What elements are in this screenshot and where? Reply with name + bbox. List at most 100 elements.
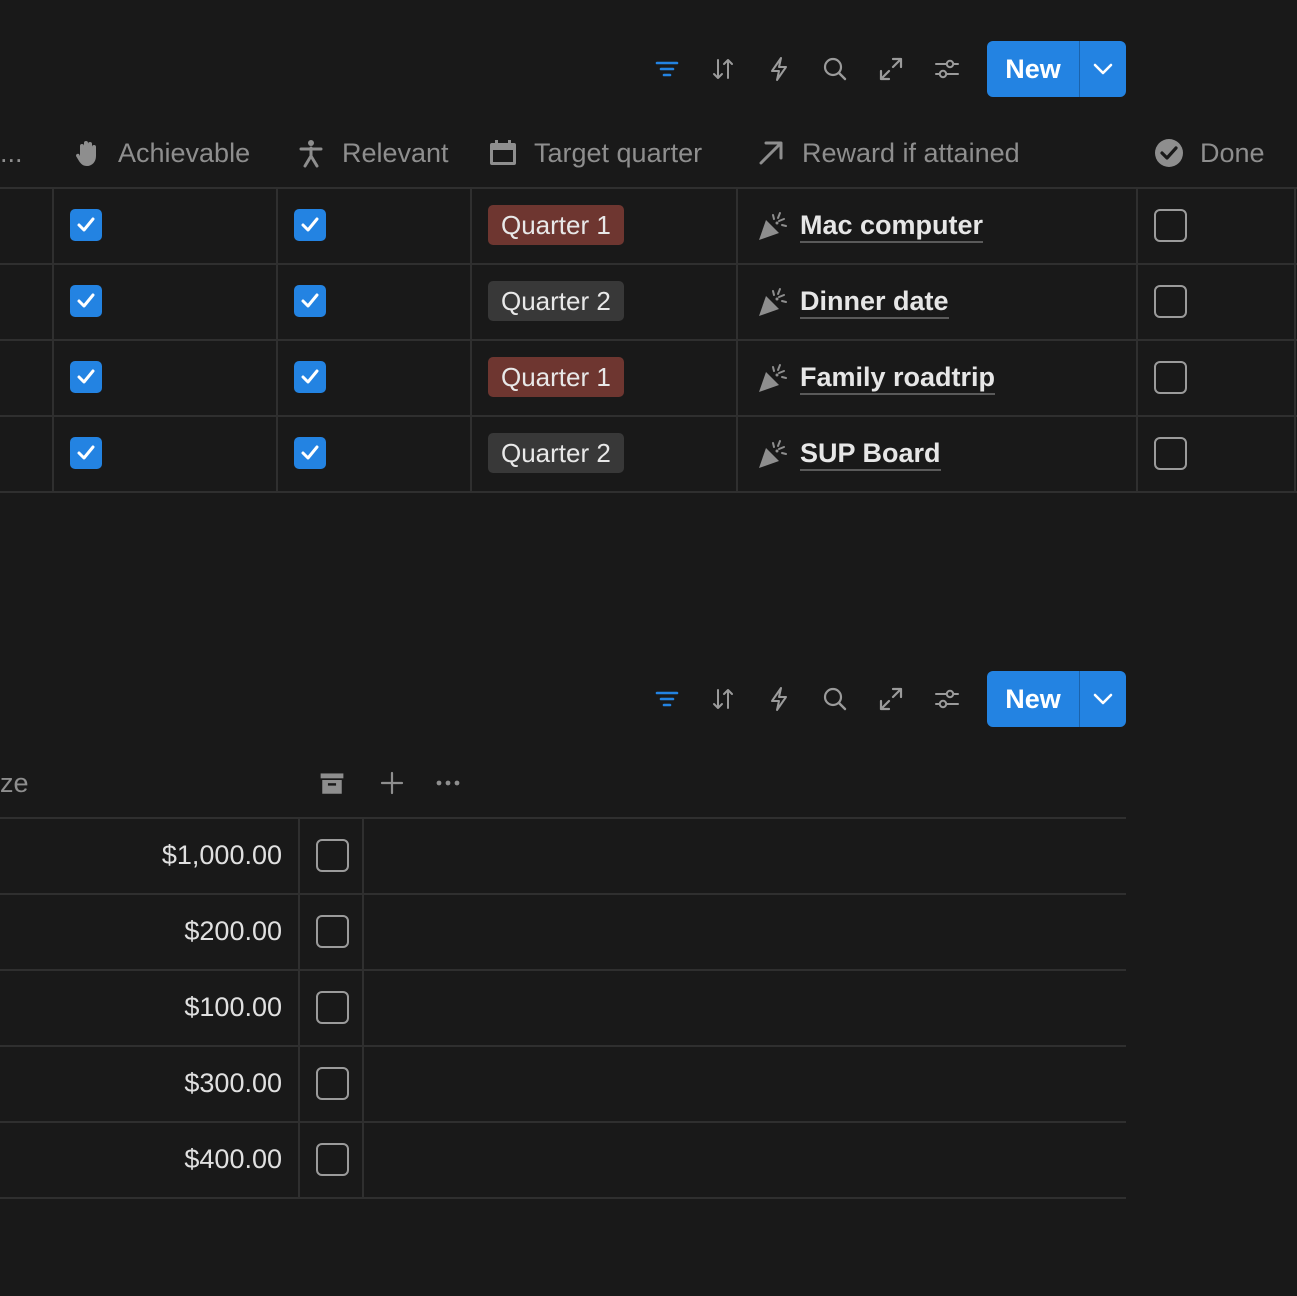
achievable-checkbox[interactable] <box>70 361 102 393</box>
divider <box>736 187 738 493</box>
relevant-checkbox[interactable] <box>294 209 326 241</box>
done-checkbox[interactable] <box>1154 209 1187 242</box>
divider <box>470 187 472 493</box>
price-value: $400.00 <box>184 1144 282 1174</box>
settings-icon[interactable] <box>933 55 961 83</box>
header-label-achievable: Achievable <box>118 137 251 168</box>
column-header-price[interactable]: ze <box>0 748 29 818</box>
check-icon <box>301 217 319 232</box>
done-checkbox[interactable] <box>1154 361 1187 394</box>
check-icon <box>301 445 319 460</box>
search-icon[interactable] <box>821 55 849 83</box>
new-button-group: New <box>987 41 1126 97</box>
done-checkbox[interactable] <box>1154 437 1187 470</box>
settings-icon[interactable] <box>933 685 961 713</box>
price-value: $300.00 <box>184 1068 282 1098</box>
reward-label: Mac computer <box>800 210 984 243</box>
chevron-down-icon <box>1093 63 1113 75</box>
divider <box>0 339 1297 341</box>
reward-label: Dinner date <box>800 286 949 319</box>
achievable-checkbox[interactable] <box>70 209 102 241</box>
reward-label: SUP Board <box>800 438 941 471</box>
column-header-relevant[interactable]: Relevant <box>296 118 449 188</box>
toolbar-top: New <box>0 41 1297 97</box>
calendar-icon <box>488 138 518 168</box>
hand-icon <box>72 138 102 168</box>
header-label-price: ze <box>0 767 29 798</box>
check-icon <box>77 369 95 384</box>
row-checkbox[interactable] <box>316 991 349 1024</box>
plus-icon[interactable] <box>378 769 406 797</box>
toolbar-bottom: New <box>0 671 1297 727</box>
quarter-tag[interactable]: Quarter 2 <box>488 281 624 321</box>
quarter-tag[interactable]: Quarter 1 <box>488 205 624 245</box>
relevant-checkbox[interactable] <box>294 437 326 469</box>
check-icon <box>77 445 95 460</box>
reward-link[interactable]: Family roadtrip <box>756 358 996 398</box>
divider <box>1294 187 1296 493</box>
header-label-target-quarter: Target quarter <box>534 137 703 168</box>
divider <box>0 491 1297 493</box>
expand-icon[interactable] <box>877 55 905 83</box>
check-icon <box>301 369 319 384</box>
row-checkbox[interactable] <box>316 1143 349 1176</box>
achievable-checkbox[interactable] <box>70 285 102 317</box>
row-checkbox[interactable] <box>316 839 349 872</box>
more-icon[interactable] <box>434 769 462 797</box>
reward-link[interactable]: SUP Board <box>756 434 941 474</box>
check-icon <box>301 293 319 308</box>
truncated-header-label: ... <box>0 137 23 168</box>
reward-label: Family roadtrip <box>800 362 996 395</box>
arrow-up-right-icon <box>756 138 786 168</box>
divider <box>0 817 1126 819</box>
search-icon[interactable] <box>821 685 849 713</box>
column-header-truncated[interactable]: ... <box>0 118 23 188</box>
chevron-down-icon <box>1093 693 1113 705</box>
quarter-tag[interactable]: Quarter 2 <box>488 433 624 473</box>
column-header-achievable[interactable]: Achievable <box>72 118 250 188</box>
relevant-checkbox[interactable] <box>294 361 326 393</box>
column-header-target-quarter[interactable]: Target quarter <box>488 118 702 188</box>
check-icon <box>77 217 95 232</box>
reward-link[interactable]: Dinner date <box>756 282 949 322</box>
relevant-checkbox[interactable] <box>294 285 326 317</box>
party-popper-icon <box>756 209 790 243</box>
sort-icon[interactable] <box>709 55 737 83</box>
divider <box>0 1197 1126 1199</box>
divider <box>362 817 364 1199</box>
row-checkbox[interactable] <box>316 915 349 948</box>
column-header-reward[interactable]: Reward if attained <box>756 118 1020 188</box>
price-value: $100.00 <box>184 992 282 1022</box>
new-button[interactable]: New <box>987 671 1079 727</box>
new-dropdown-button[interactable] <box>1080 41 1126 97</box>
filter-icon[interactable] <box>653 55 681 83</box>
divider <box>0 187 1297 189</box>
header-label-reward: Reward if attained <box>802 137 1020 168</box>
archive-icon[interactable] <box>316 768 348 800</box>
divider <box>0 415 1297 417</box>
check-icon <box>77 293 95 308</box>
row-checkbox[interactable] <box>316 1067 349 1100</box>
divider <box>52 187 54 493</box>
expand-icon[interactable] <box>877 685 905 713</box>
achievable-checkbox[interactable] <box>70 437 102 469</box>
quarter-tag[interactable]: Quarter 1 <box>488 357 624 397</box>
done-checkbox[interactable] <box>1154 285 1187 318</box>
divider <box>0 1045 1126 1047</box>
price-value: $1,000.00 <box>161 840 282 870</box>
sort-icon[interactable] <box>709 685 737 713</box>
reward-link[interactable]: Mac computer <box>756 206 984 246</box>
filter-icon[interactable] <box>653 685 681 713</box>
new-dropdown-button[interactable] <box>1080 671 1126 727</box>
new-button[interactable]: New <box>987 41 1079 97</box>
party-popper-icon <box>756 437 790 471</box>
person-icon <box>296 138 326 168</box>
column-header-done[interactable]: Done <box>1154 118 1265 188</box>
automation-icon[interactable] <box>765 685 793 713</box>
price-value: $200.00 <box>184 916 282 946</box>
divider <box>0 263 1297 265</box>
automation-icon[interactable] <box>765 55 793 83</box>
divider <box>0 893 1126 895</box>
party-popper-icon <box>756 285 790 319</box>
new-button-group: New <box>987 671 1126 727</box>
